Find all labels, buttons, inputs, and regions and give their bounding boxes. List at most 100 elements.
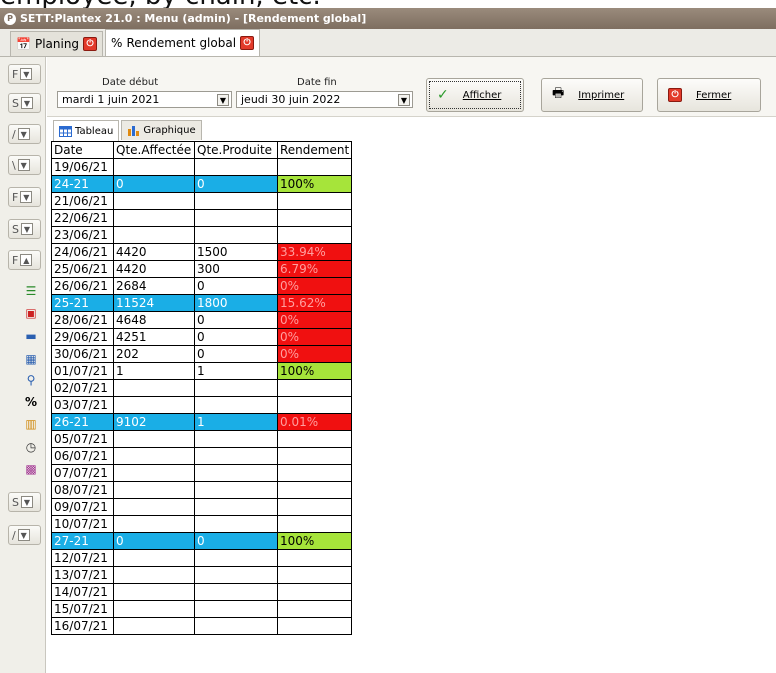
qte-affectee-cell[interactable]	[113, 515, 195, 533]
qte-produite-cell[interactable]: 1800	[194, 294, 278, 312]
rendement-cell[interactable]	[276, 498, 353, 516]
column-header-date[interactable]: Date	[51, 141, 114, 159]
date-cell[interactable]: 12/07/21	[51, 549, 114, 567]
rendement-cell[interactable]	[276, 566, 353, 584]
date-cell[interactable]: 27-21	[51, 532, 114, 550]
qte-produite-cell[interactable]: 1	[194, 362, 278, 380]
sidebar-section-7-button[interactable]: F ▲	[8, 250, 41, 270]
qte-affectee-cell[interactable]: 0	[113, 532, 195, 550]
rendement-cell[interactable]	[276, 209, 353, 227]
date-cell[interactable]: 01/07/21	[51, 362, 114, 380]
date-cell[interactable]: 26-21	[51, 413, 114, 431]
rendement-cell[interactable]: 33.94%	[276, 243, 353, 261]
afficher-button[interactable]: ✓ Afficher	[426, 78, 524, 112]
date-cell[interactable]: 21/06/21	[51, 192, 114, 210]
printer-icon[interactable]: ▬	[24, 329, 38, 343]
end-date-select[interactable]: jeudi 30 juin 2022 ▼	[236, 91, 413, 108]
table-row[interactable]: 15/07/21	[51, 600, 353, 618]
date-cell[interactable]: 29/06/21	[51, 328, 114, 346]
date-cell[interactable]: 19/06/21	[51, 158, 114, 176]
rendement-cell[interactable]: 0%	[276, 311, 353, 329]
qte-affectee-cell[interactable]: 202	[113, 345, 195, 363]
rendement-cell[interactable]: 0%	[276, 277, 353, 295]
table-row[interactable]: 05/07/21	[51, 430, 353, 448]
qte-affectee-cell[interactable]	[113, 158, 195, 176]
qte-produite-cell[interactable]	[194, 430, 278, 448]
date-cell[interactable]: 22/06/21	[51, 209, 114, 227]
sidebar-section-9-button[interactable]: / ▼	[8, 525, 41, 545]
table-row[interactable]: 10/07/21	[51, 515, 353, 533]
qte-affectee-cell[interactable]: 2684	[113, 277, 195, 295]
column-header-qte-produite[interactable]: Qte.Produite	[194, 141, 278, 159]
qte-produite-cell[interactable]: 0	[194, 311, 278, 329]
rendement-cell[interactable]	[276, 192, 353, 210]
week-summary-row[interactable]: 27-21 0 0 100%	[51, 532, 353, 550]
qte-affectee-cell[interactable]	[113, 447, 195, 465]
table-row[interactable]: 08/07/21	[51, 481, 353, 499]
rendement-cell[interactable]	[276, 379, 353, 397]
week-summary-row[interactable]: 24-21 0 0 100%	[51, 175, 353, 193]
qte-affectee-cell[interactable]	[113, 481, 195, 499]
sidebar-section-6-button[interactable]: S ▼	[8, 219, 41, 239]
qte-produite-cell[interactable]	[194, 515, 278, 533]
qte-affectee-cell[interactable]: 9102	[113, 413, 195, 431]
chevron-down-icon[interactable]: ▼	[217, 94, 229, 106]
table-row[interactable]: 06/07/21	[51, 447, 353, 465]
imprimer-button[interactable]: 🖶 Imprimer	[541, 78, 643, 112]
table-row[interactable]: 28/06/21 4648 0 0%	[51, 311, 353, 329]
qte-produite-cell[interactable]	[194, 379, 278, 397]
rendement-cell[interactable]: 6.79%	[276, 260, 353, 278]
grid-icon[interactable]: ▦	[24, 352, 38, 366]
qte-affectee-cell[interactable]	[113, 464, 195, 482]
rendement-cell[interactable]: 100%	[276, 362, 353, 380]
rendement-cell[interactable]	[276, 447, 353, 465]
sidebar-section-2-button[interactable]: S ▼	[8, 93, 41, 113]
table-row[interactable]: 19/06/21	[51, 158, 353, 176]
qte-produite-cell[interactable]	[194, 566, 278, 584]
table-row[interactable]: 30/06/21 202 0 0%	[51, 345, 353, 363]
qte-produite-cell[interactable]	[194, 498, 278, 516]
rendement-cell[interactable]	[276, 158, 353, 176]
qte-affectee-cell[interactable]	[113, 617, 195, 635]
date-cell[interactable]: 24/06/21	[51, 243, 114, 261]
close-tab-planing-icon[interactable]: ⏻	[83, 37, 98, 51]
qte-produite-cell[interactable]	[194, 396, 278, 414]
tab-planing[interactable]: 📅 Planing ⏻	[10, 31, 104, 56]
qte-produite-cell[interactable]	[194, 583, 278, 601]
tab-rendement-global[interactable]: % Rendement global ⏻	[105, 29, 261, 56]
date-cell[interactable]: 26/06/21	[51, 277, 114, 295]
rendement-cell[interactable]	[276, 583, 353, 601]
table-row[interactable]: 07/07/21	[51, 464, 353, 482]
qte-produite-cell[interactable]: 0	[194, 532, 278, 550]
date-cell[interactable]: 10/07/21	[51, 515, 114, 533]
rendement-cell[interactable]: 15.62%	[276, 294, 353, 312]
qte-produite-cell[interactable]	[194, 481, 278, 499]
qte-affectee-cell[interactable]: 4648	[113, 311, 195, 329]
table-row[interactable]: 01/07/21 1 1 100%	[51, 362, 353, 380]
column-header-rendement[interactable]: Rendement	[276, 141, 353, 159]
sidebar-section-1-button[interactable]: F ▼	[8, 64, 41, 84]
date-cell[interactable]: 23/06/21	[51, 226, 114, 244]
qte-affectee-cell[interactable]	[113, 226, 195, 244]
qte-affectee-cell[interactable]	[113, 396, 195, 414]
table-row[interactable]: 25/06/21 4420 300 6.79%	[51, 260, 353, 278]
date-cell[interactable]: 28/06/21	[51, 311, 114, 329]
table-row[interactable]: 12/07/21	[51, 549, 353, 567]
qte-produite-cell[interactable]	[194, 617, 278, 635]
week-summary-row[interactable]: 26-21 9102 1 0.01%	[51, 413, 353, 431]
rendement-cell[interactable]	[276, 617, 353, 635]
rendement-cell[interactable]	[276, 396, 353, 414]
rendement-cell[interactable]: 0%	[276, 328, 353, 346]
date-cell[interactable]: 24-21	[51, 175, 114, 193]
date-cell[interactable]: 08/07/21	[51, 481, 114, 499]
date-cell[interactable]: 06/07/21	[51, 447, 114, 465]
qte-produite-cell[interactable]: 1	[194, 413, 278, 431]
qte-affectee-cell[interactable]	[113, 209, 195, 227]
qte-affectee-cell[interactable]	[113, 549, 195, 567]
qte-produite-cell[interactable]: 0	[194, 328, 278, 346]
sidebar-section-8-button[interactable]: S ▼	[8, 492, 41, 512]
rendement-cell[interactable]	[276, 515, 353, 533]
qte-produite-cell[interactable]: 300	[194, 260, 278, 278]
date-cell[interactable]: 03/07/21	[51, 396, 114, 414]
table-row[interactable]: 22/06/21	[51, 209, 353, 227]
